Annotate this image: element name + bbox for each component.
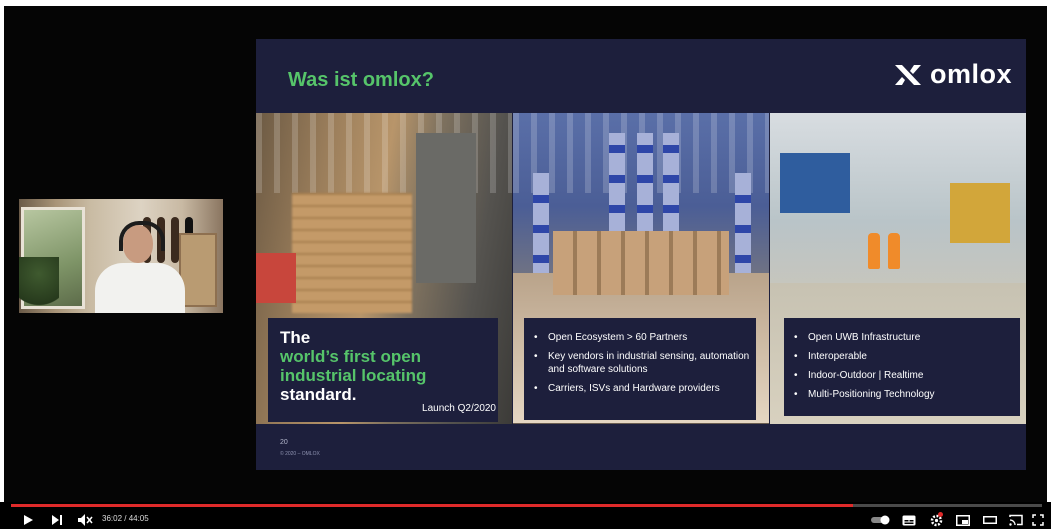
theater-icon — [983, 516, 997, 524]
autoplay-toggle-icon — [871, 515, 890, 525]
webcam-person — [95, 263, 185, 313]
logo-text: omlox — [929, 59, 1012, 89]
cast-button[interactable] — [1008, 512, 1024, 528]
bullet-item: Interoperable — [794, 350, 1020, 363]
ecosystem-bullets: Open Ecosystem > 60 Partners Key vendors… — [524, 318, 756, 420]
bullet-item: Multi-Positioning Technology — [794, 388, 1020, 401]
bullet-item: Key vendors in industrial sensing, autom… — [534, 350, 756, 376]
fullscreen-button[interactable] — [1030, 512, 1046, 528]
callout-line-2: world’s first open — [280, 347, 422, 366]
omlox-logo: omlox — [893, 59, 1012, 90]
headset-icon — [119, 221, 165, 251]
play-button[interactable] — [20, 512, 36, 528]
callout-line-1: The — [280, 328, 311, 347]
subtitles-button[interactable] — [901, 512, 917, 528]
miniplayer-button[interactable] — [955, 512, 971, 528]
callout-line-4: standard. — [280, 385, 357, 404]
play-icon — [24, 515, 33, 525]
subtitles-icon — [902, 515, 916, 525]
slide-page-number: 20 — [280, 439, 288, 446]
webcam-guitar — [171, 217, 179, 263]
mute-button[interactable] — [76, 512, 94, 528]
slide-copyright: © 2020 – OMLOX — [280, 451, 320, 457]
miniplayer-icon — [956, 514, 970, 526]
bullet-item: Open Ecosystem > 60 Partners — [534, 331, 756, 344]
video-player[interactable]: Was ist omlox? omlox The world’s first o… — [0, 0, 1051, 529]
webcam-plant — [19, 257, 59, 313]
standard-callout: The world’s first open industrial locati… — [268, 318, 498, 422]
progress-bar-played — [11, 504, 854, 507]
bullet-item: Indoor-Outdoor | Realtime — [794, 369, 1020, 382]
hd-badge — [938, 512, 943, 517]
fullscreen-icon — [1032, 514, 1044, 526]
bullet-item: Open UWB Infrastructure — [794, 331, 1020, 344]
theater-button[interactable] — [982, 512, 998, 528]
progress-bar[interactable] — [11, 504, 1042, 507]
launch-date: Launch Q2/2020 — [422, 403, 496, 414]
time-display: 36:02 / 44:05 — [102, 514, 149, 523]
webcam-video — [19, 199, 223, 313]
settings-button[interactable] — [928, 512, 944, 528]
autoplay-toggle[interactable] — [870, 512, 892, 528]
mute-icon — [78, 514, 93, 526]
presentation-slide: Was ist omlox? omlox The world’s first o… — [256, 39, 1026, 470]
bullet-item: Carriers, ISVs and Hardware providers — [534, 382, 756, 395]
next-icon — [52, 515, 62, 525]
callout-line-3: industrial locating — [280, 366, 427, 385]
omlox-x-icon — [894, 64, 921, 85]
technology-bullets: Open UWB Infrastructure Interoperable In… — [784, 318, 1020, 416]
next-button[interactable] — [49, 512, 65, 528]
cast-icon — [1009, 514, 1023, 526]
slide-title: Was ist omlox? — [288, 69, 434, 91]
